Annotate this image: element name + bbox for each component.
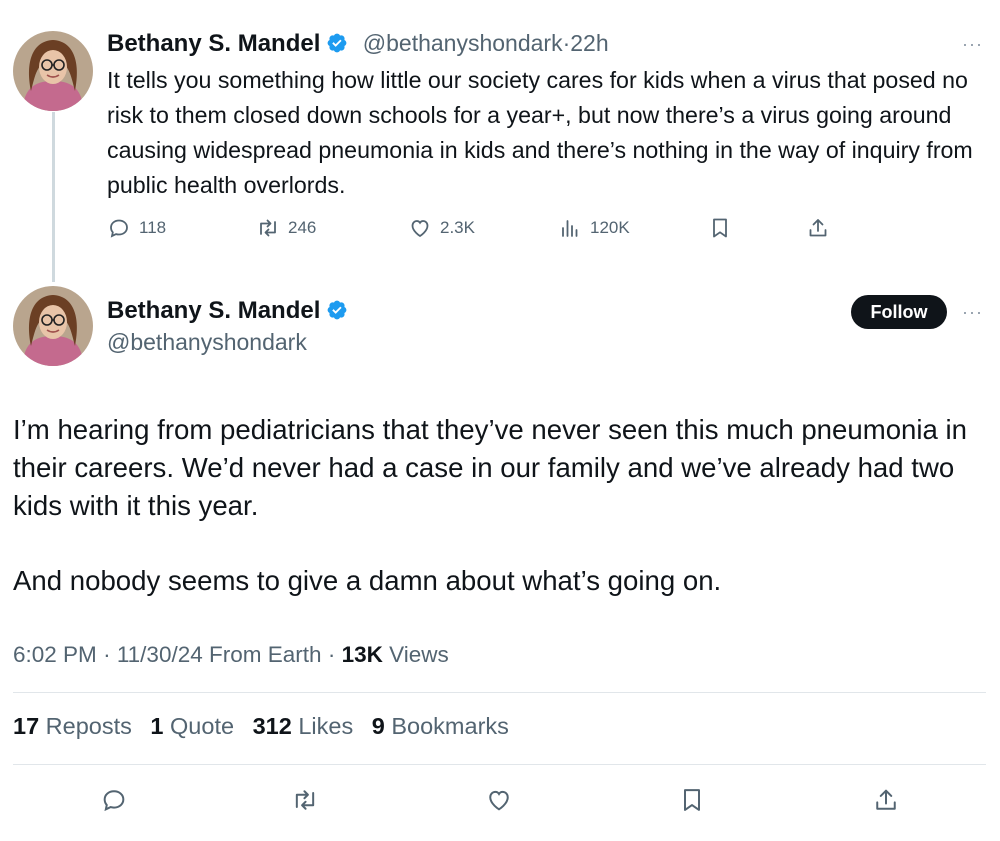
more-options-icon[interactable]: ··· [962,34,983,55]
share-icon [809,219,827,237]
like-button[interactable] [482,783,516,817]
repost-icon [295,790,315,810]
views-chart-icon [562,220,578,237]
reply-icon [110,219,128,238]
quotes-label: Quote [170,713,235,739]
thread-connector-line [52,112,55,282]
like-button[interactable]: 2.3K [408,216,475,240]
follow-button[interactable]: Follow [851,295,947,329]
quotes-stat[interactable]: 1 Quote [150,713,234,739]
author-handle[interactable]: @bethanyshondark [107,329,307,356]
reply-button[interactable]: 118 [107,216,166,240]
reply-button[interactable] [97,783,131,817]
tweet-source: From Earth [209,642,322,667]
reply-tweet-text: It tells you something how little our so… [107,67,973,198]
quotes-count: 1 [150,713,164,739]
bookmarks-count: 9 [371,713,385,739]
likes-count: 312 [252,713,292,739]
tweet-date[interactable]: 11/30/24 [117,642,203,667]
verified-badge-icon [326,299,348,321]
views-count: 13K [341,642,383,667]
heart-icon [411,220,429,238]
engagement-stats: 17 Reposts 1 Quote 312 Likes 9 Bookmarks [13,713,521,740]
likes-label: Likes [298,713,354,739]
views-button[interactable]: 120K [558,216,630,240]
views-label: Views [389,642,449,667]
tweet-paragraph: And nobody seems to give a damn about wh… [13,565,722,597]
author-name[interactable]: Bethany S. Mandel [107,297,320,324]
bookmark-icon [684,789,700,811]
like-count: 2.3K [440,218,475,237]
divider [13,764,986,765]
bookmark-icon [713,218,727,238]
reply-icon [103,790,125,812]
likes-stat[interactable]: 312 Likes [253,713,354,739]
timestamp[interactable]: 22h [570,30,608,56]
separator-dot: · [327,642,336,667]
reposts-stat[interactable]: 17 Reposts [13,713,132,739]
share-button[interactable] [806,216,830,240]
tweet-time[interactable]: 6:02 PM [13,642,97,667]
avatar[interactable] [13,286,93,366]
share-icon [876,789,896,810]
bookmarks-stat[interactable]: 9 Bookmarks [372,713,509,739]
repost-button[interactable]: 246 [256,216,316,240]
separator-dot: · [103,642,111,667]
verified-badge-icon [326,32,348,54]
bookmarks-label: Bookmarks [391,713,509,739]
bookmark-button[interactable] [708,216,732,240]
views-count: 120K [590,218,630,237]
tweet-paragraph: I’m hearing from pediatricians that they… [13,414,968,521]
avatar[interactable] [13,31,93,111]
author-handle[interactable]: @bethanyshondark [363,30,563,56]
reposts-label: Reposts [45,713,132,739]
share-button[interactable] [869,783,903,817]
more-options-icon[interactable]: ··· [962,302,983,323]
bookmark-button[interactable] [675,783,709,817]
reposts-count: 17 [13,713,40,739]
author-name[interactable]: Bethany S. Mandel [107,30,320,57]
repost-icon [260,219,276,237]
tweet-meta: 6:02 PM · 11/30/24 From Earth · 13K View… [13,642,449,668]
repost-count: 246 [288,218,317,237]
tweet-text: I’m hearing from pediatricians that they… [13,411,983,600]
main-author-row: Bethany S. Mandel [107,297,348,325]
reply-header: Bethany S. Mandel @bethanyshondark·22h [107,30,609,58]
divider [13,692,986,693]
reply-count: 118 [139,218,167,237]
heart-icon [489,790,509,811]
repost-button[interactable] [288,783,322,817]
